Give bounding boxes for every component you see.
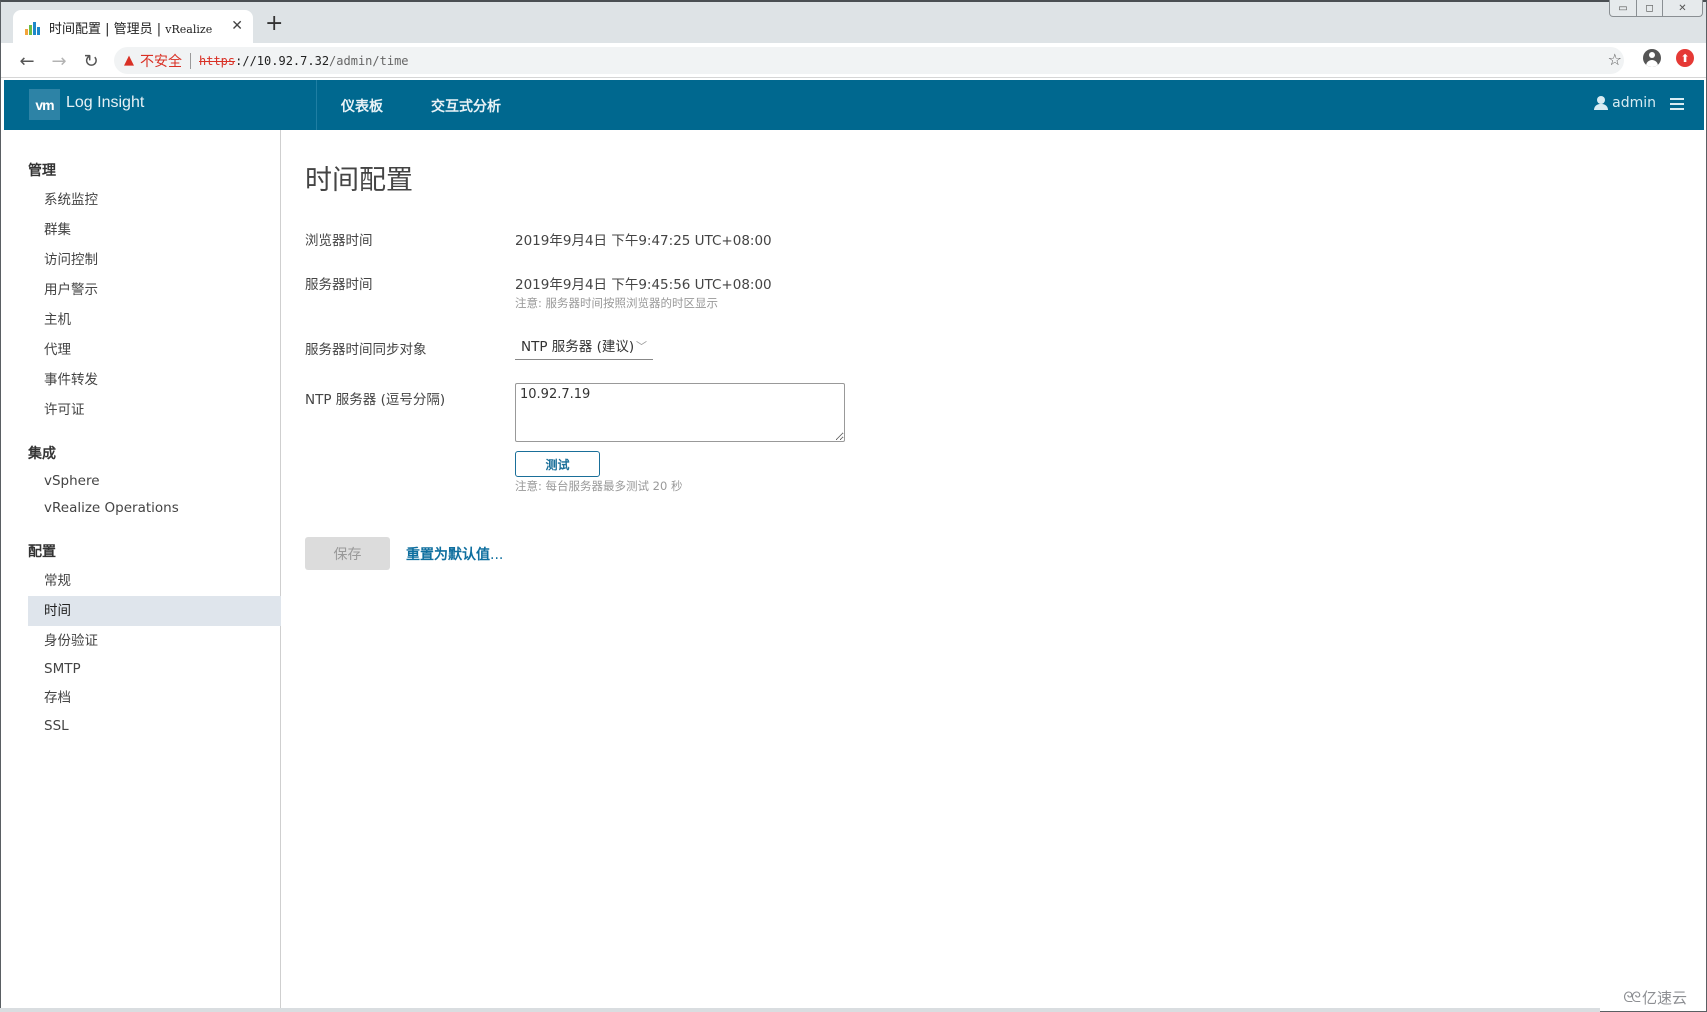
sidebar-item-system-monitor[interactable]: 系统监控 bbox=[28, 185, 281, 215]
reload-icon[interactable]: ↻ bbox=[79, 49, 103, 73]
update-arrow-icon[interactable]: ⬆ bbox=[1676, 49, 1694, 67]
address-bar[interactable]: ▲ 不安全 https://10.92.7.32/admin/time bbox=[114, 47, 1624, 74]
sidebar-item-agents[interactable]: 代理 bbox=[28, 335, 281, 365]
sidebar-item-user-alerts[interactable]: 用户警示 bbox=[28, 275, 281, 305]
sidebar-item-vsphere[interactable]: vSphere bbox=[28, 466, 281, 496]
server-time-note: 注意: 服务器时间按照浏览器的时区显示 bbox=[515, 296, 719, 310]
new-tab-plus-icon[interactable]: + bbox=[265, 13, 283, 35]
security-label: 不安全 bbox=[140, 53, 182, 70]
sidebar-section-admin: 管理 bbox=[28, 163, 56, 179]
profile-avatar-icon[interactable] bbox=[1643, 49, 1661, 67]
sidebar-section-integration: 集成 bbox=[28, 446, 56, 462]
app-header: vm Log Insight 仪表板 交互式分析 admin bbox=[4, 80, 1704, 130]
server-time-value: 2019年9月4日 下午9:45:56 UTC+08:00 bbox=[515, 277, 772, 293]
chevron-down-icon: ﹀ bbox=[636, 340, 647, 353]
username: admin bbox=[1612, 95, 1656, 111]
user-icon bbox=[1594, 96, 1609, 110]
warning-triangle-icon: ▲ bbox=[124, 53, 134, 68]
reset-to-default-link[interactable]: 重置为默认值... bbox=[406, 544, 503, 564]
save-button[interactable]: 保存 bbox=[305, 537, 390, 570]
sidebar-item-vrealize-operations[interactable]: vRealize Operations bbox=[28, 493, 281, 523]
bookmark-star-icon[interactable]: ☆ bbox=[1608, 50, 1622, 69]
sidebar-item-hosts[interactable]: 主机 bbox=[28, 305, 281, 335]
forward-arrow-icon[interactable]: → bbox=[47, 49, 71, 73]
sidebar-section-configuration: 配置 bbox=[28, 544, 56, 560]
sidebar-item-authentication[interactable]: 身份验证 bbox=[28, 626, 281, 656]
header-divider bbox=[316, 80, 317, 130]
sidebar-item-license[interactable]: 许可证 bbox=[28, 395, 281, 425]
minimize-icon[interactable]: ▭ bbox=[1610, 0, 1636, 16]
tab-title: 时间配置 | 管理员 | vRealize bbox=[49, 22, 213, 37]
bottom-border bbox=[0, 1008, 1600, 1012]
sidebar-item-access-control[interactable]: 访问控制 bbox=[28, 245, 281, 275]
sidebar-item-time[interactable]: 时间 bbox=[28, 596, 281, 626]
sync-target-selected: NTP 服务器 (建议) bbox=[521, 339, 635, 355]
back-arrow-icon[interactable]: ← bbox=[15, 49, 39, 73]
log-insight-favicon-icon bbox=[25, 21, 41, 35]
sidebar-item-event-forwarding[interactable]: 事件转发 bbox=[28, 365, 281, 395]
test-note: 注意: 每台服务器最多测试 20 秒 bbox=[515, 479, 683, 493]
nav-interactive-analytics[interactable]: 交互式分析 bbox=[431, 96, 501, 116]
tab-close-icon[interactable]: ✕ bbox=[231, 18, 243, 34]
page-title: 时间配置 bbox=[305, 165, 413, 196]
sync-target-select[interactable]: NTP 服务器 (建议) ﹀ bbox=[515, 336, 653, 360]
ntp-servers-label: NTP 服务器 (逗号分隔) bbox=[305, 392, 446, 408]
window-close-icon[interactable]: ✕ bbox=[1662, 0, 1702, 16]
browser-tab-active[interactable]: 时间配置 | 管理员 | vRealize ✕ bbox=[13, 10, 253, 45]
test-button[interactable]: 测试 bbox=[515, 451, 600, 477]
server-time-label: 服务器时间 bbox=[305, 277, 373, 293]
ntp-servers-textarea[interactable]: 10.92.7.19 bbox=[515, 383, 845, 442]
sidebar: 管理 系统监控 群集 访问控制 用户警示 主机 代理 事件转发 许可证 集成 v… bbox=[4, 130, 281, 1008]
tab-strip: 时间配置 | 管理员 | vRealize ✕ + bbox=[1, 2, 1706, 45]
app-name[interactable]: Log Insight bbox=[66, 94, 144, 112]
browser-time-value: 2019年9月4日 下午9:47:25 UTC+08:00 bbox=[515, 233, 772, 249]
vmware-logo[interactable]: vm bbox=[29, 89, 60, 120]
url-text: https://10.92.7.32/admin/time bbox=[199, 53, 409, 68]
sidebar-item-smtp[interactable]: SMTP bbox=[28, 654, 281, 684]
sync-target-label: 服务器时间同步对象 bbox=[305, 342, 427, 358]
nav-dashboard[interactable]: 仪表板 bbox=[341, 96, 383, 116]
sidebar-item-general[interactable]: 常规 bbox=[28, 566, 281, 596]
watermark: ᘓᘓ 亿速云 bbox=[1623, 989, 1687, 1007]
address-separator bbox=[190, 52, 191, 69]
browser-time-label: 浏览器时间 bbox=[305, 233, 373, 249]
maximize-icon[interactable]: ◻ bbox=[1636, 0, 1662, 16]
window-controls: ▭ ◻ ✕ bbox=[1609, 0, 1703, 17]
hamburger-menu-icon[interactable] bbox=[1670, 98, 1684, 110]
browser-toolbar: ← → ↻ ▲ 不安全 https://10.92.7.32/admin/tim… bbox=[1, 43, 1706, 78]
cloud-logo-icon: ᘓᘓ bbox=[1623, 989, 1641, 1006]
sidebar-item-cluster[interactable]: 群集 bbox=[28, 215, 281, 245]
sidebar-item-archiving[interactable]: 存档 bbox=[28, 683, 281, 713]
user-menu[interactable]: admin bbox=[1594, 95, 1656, 111]
sidebar-item-ssl[interactable]: SSL bbox=[28, 711, 281, 741]
